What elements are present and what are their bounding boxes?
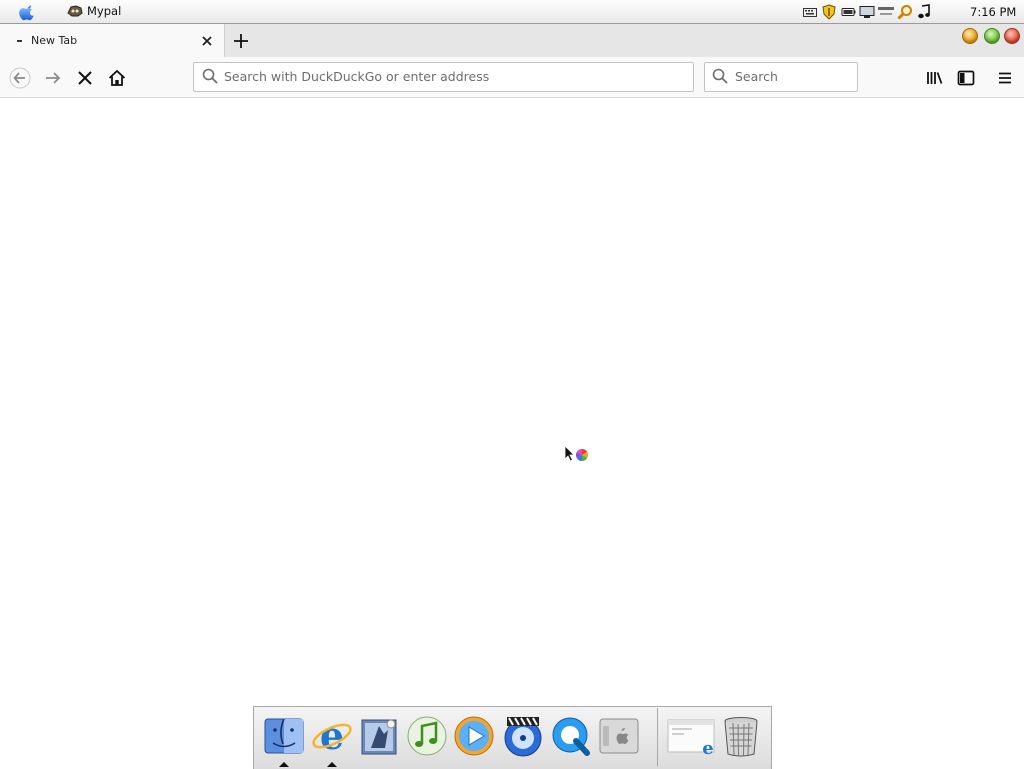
dvd-player-icon[interactable] bbox=[500, 712, 546, 760]
menu-button[interactable] bbox=[992, 65, 1018, 91]
url-search-icon bbox=[202, 68, 218, 84]
sidebar-button[interactable] bbox=[953, 65, 979, 91]
back-icon bbox=[9, 67, 31, 89]
battery-icon[interactable] bbox=[840, 4, 856, 20]
forward-icon bbox=[46, 72, 61, 84]
search-input[interactable] bbox=[735, 63, 850, 89]
close-icon[interactable] bbox=[198, 32, 216, 50]
stop-button[interactable] bbox=[72, 65, 98, 91]
new-tab-plus-icon[interactable] bbox=[231, 31, 251, 51]
trash-icon[interactable] bbox=[718, 712, 764, 760]
sidebar-icon bbox=[957, 70, 975, 86]
minimized-window-icon[interactable]: e bbox=[666, 712, 718, 760]
search-icon[interactable] bbox=[897, 4, 913, 20]
forward-button[interactable] bbox=[40, 65, 66, 91]
svg-text:e: e bbox=[320, 714, 344, 758]
quicktime-player-icon[interactable] bbox=[451, 712, 497, 760]
tab-loading-icon bbox=[17, 40, 22, 42]
home-button[interactable] bbox=[104, 65, 130, 91]
mail-icon[interactable] bbox=[356, 712, 402, 760]
back-button[interactable] bbox=[7, 65, 33, 91]
hamburger-menu-icon bbox=[999, 72, 1011, 84]
search-box-icon bbox=[712, 68, 728, 84]
shield-icon[interactable] bbox=[821, 4, 837, 20]
apple-menu-icon[interactable] bbox=[18, 2, 38, 22]
internet-explorer-icon[interactable]: e bbox=[309, 712, 355, 760]
window-close-button[interactable] bbox=[1004, 28, 1020, 44]
finder-running-indicator bbox=[279, 762, 289, 767]
internet-explorer-running-indicator bbox=[327, 762, 337, 767]
network-icon[interactable] bbox=[878, 4, 894, 20]
svg-text:e: e bbox=[702, 738, 713, 758]
library-icon bbox=[927, 72, 943, 84]
dock-separator bbox=[657, 708, 658, 766]
library-button[interactable] bbox=[922, 65, 948, 91]
system-preferences-icon[interactable] bbox=[596, 712, 642, 760]
finder-icon[interactable] bbox=[261, 712, 307, 760]
quicktime-icon[interactable] bbox=[548, 712, 594, 760]
menubar-clock[interactable]: 7:16 PM bbox=[970, 5, 1016, 19]
busy-cursor-icon bbox=[563, 445, 591, 465]
itunes-icon[interactable] bbox=[404, 712, 450, 760]
address-input[interactable] bbox=[224, 63, 684, 89]
window-zoom-button[interactable] bbox=[984, 28, 1000, 44]
mypal-app-icon bbox=[67, 4, 83, 19]
window-minimize-button[interactable] bbox=[962, 28, 978, 44]
audio-icon[interactable] bbox=[916, 4, 932, 20]
page-content[interactable] bbox=[0, 98, 1024, 706]
keyboard-icon[interactable] bbox=[802, 4, 818, 20]
system-tray bbox=[802, 4, 932, 20]
stop-icon bbox=[78, 71, 92, 85]
display-icon[interactable] bbox=[859, 4, 875, 20]
home-icon bbox=[108, 69, 126, 86]
tab-title: New Tab bbox=[31, 34, 78, 47]
active-app-name[interactable]: Mypal bbox=[87, 4, 121, 18]
